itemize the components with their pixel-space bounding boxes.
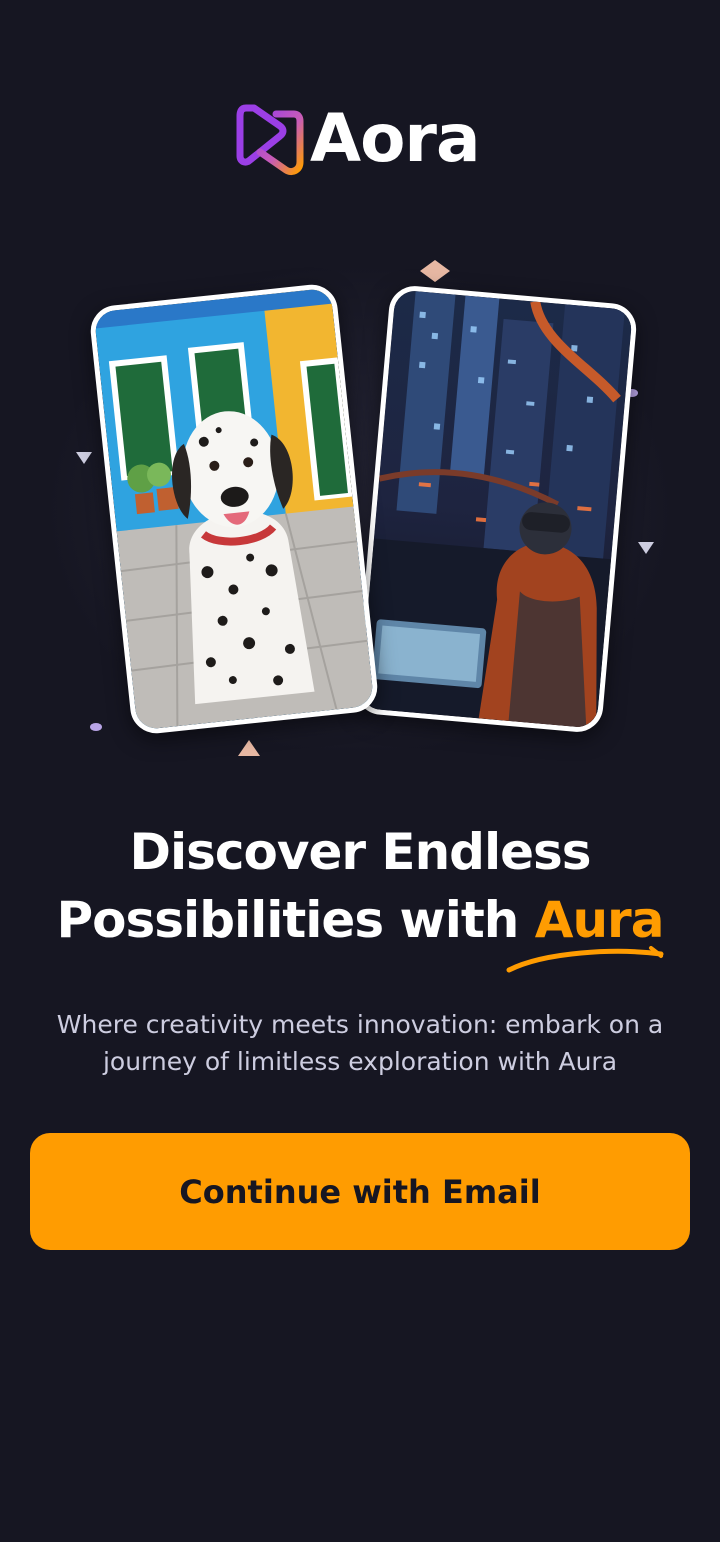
cyberpunk-city-photo bbox=[353, 284, 639, 734]
onboarding-screen: Aora Discover Endless Possibilities with… bbox=[0, 0, 720, 1542]
underline-path-icon bbox=[506, 946, 664, 973]
hero-cards bbox=[0, 250, 720, 770]
headline-line-1: Discover Endless bbox=[129, 823, 591, 881]
app-logo: Aora bbox=[236, 98, 481, 180]
headline-line-2: Possibilities with Aura bbox=[0, 886, 720, 973]
triangle-deco-icon bbox=[638, 542, 654, 554]
diamond-deco-icon bbox=[420, 260, 450, 282]
dalmatian-photo bbox=[88, 282, 380, 736]
app-name: Aora bbox=[310, 100, 481, 177]
headline: Discover Endless Possibilities with Aura bbox=[0, 818, 720, 973]
play-logo-icon bbox=[236, 104, 304, 176]
headline-accent-text: Aura bbox=[534, 891, 665, 949]
triangle-deco-icon bbox=[76, 452, 92, 464]
triangle-deco-icon bbox=[238, 740, 260, 756]
headline-line-2-prefix: Possibilities with bbox=[56, 891, 535, 949]
subtitle: Where creativity meets innovation: embar… bbox=[56, 1010, 664, 1076]
headline-accent: Aura bbox=[506, 886, 665, 973]
dot-deco-icon bbox=[90, 723, 102, 731]
continue-with-email-button[interactable]: Continue with Email bbox=[30, 1133, 690, 1250]
